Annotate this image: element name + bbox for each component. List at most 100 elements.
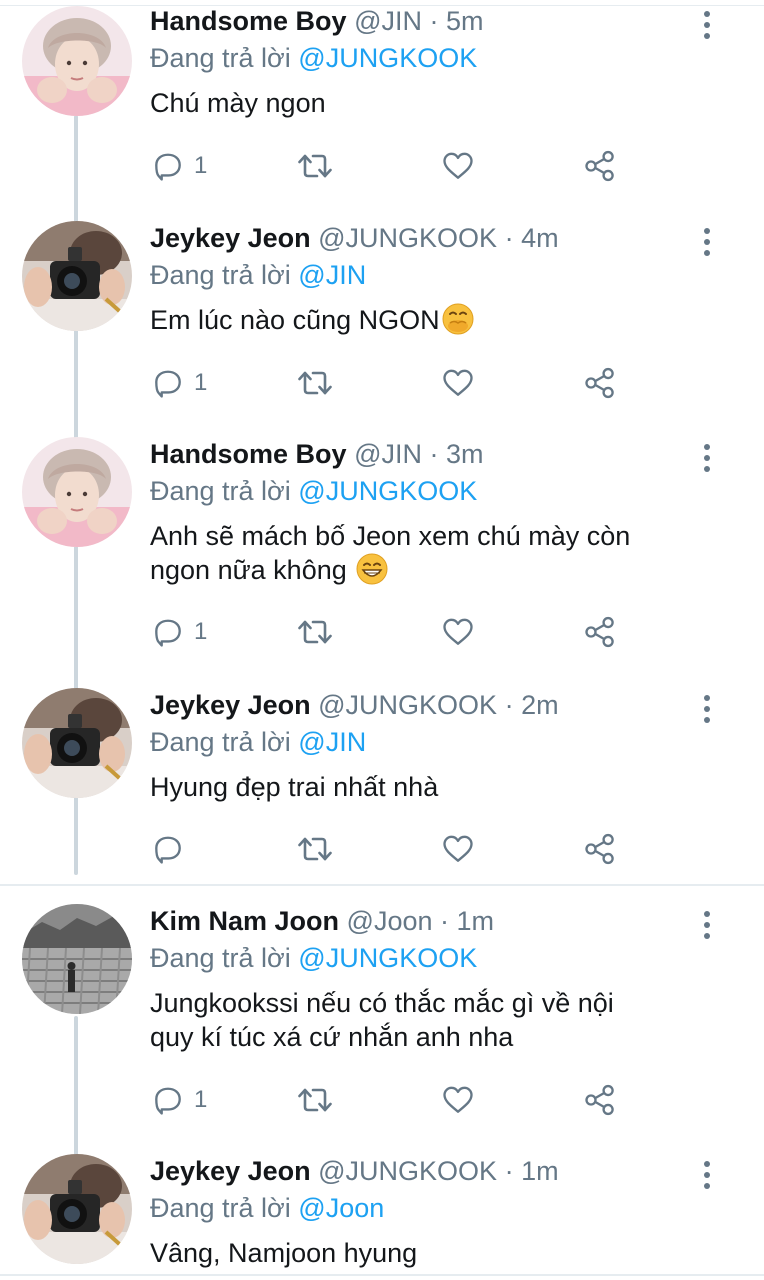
- avatar[interactable]: [22, 688, 132, 798]
- share-icon: [582, 614, 618, 650]
- retweet-button[interactable]: [295, 612, 335, 652]
- timestamp[interactable]: 2m: [521, 690, 559, 720]
- display-name[interactable]: Jeykey Jeon: [150, 1156, 311, 1186]
- reply-button[interactable]: 1: [150, 363, 207, 403]
- action-bar: [150, 829, 630, 869]
- timestamp[interactable]: 1m: [521, 1156, 559, 1186]
- more-options-icon[interactable]: [695, 441, 719, 475]
- tweet-text-line: ngon nữa không: [150, 555, 347, 585]
- separator: ·: [432, 906, 457, 936]
- reply-button[interactable]: [150, 829, 194, 869]
- share-button[interactable]: [582, 829, 618, 869]
- handle[interactable]: @JUNGKOOK: [318, 1156, 497, 1186]
- separator: ·: [497, 1156, 522, 1186]
- retweet-icon: [295, 1080, 335, 1120]
- tweet-header: Jeykey Jeon @JUNGKOOK · 2m: [150, 688, 559, 722]
- handle[interactable]: @JUNGKOOK: [318, 690, 497, 720]
- handle[interactable]: @JIN: [354, 6, 422, 36]
- like-icon: [440, 614, 476, 650]
- thread-divider: [0, 884, 764, 886]
- mention-link[interactable]: @JIN: [298, 260, 366, 290]
- reply-count: 1: [194, 369, 208, 396]
- tweet-text-container: Anh sẽ mách bố Jeon xem chú mày còn ngon…: [150, 519, 710, 587]
- like-button[interactable]: [440, 612, 476, 652]
- like-icon: [440, 148, 476, 184]
- reply-button[interactable]: 1: [150, 1080, 207, 1120]
- share-icon: [582, 365, 618, 401]
- share-icon: [582, 1082, 618, 1118]
- share-icon: [582, 148, 618, 184]
- timestamp[interactable]: 4m: [521, 223, 559, 253]
- handle[interactable]: @JUNGKOOK: [318, 223, 497, 253]
- more-options-icon[interactable]: [695, 908, 719, 942]
- display-name[interactable]: Kim Nam Joon: [150, 906, 339, 936]
- reply-icon: [150, 1082, 186, 1118]
- reply-icon: [150, 148, 186, 184]
- tweet-header: Jeykey Jeon @JUNGKOOK · 4m: [150, 221, 559, 255]
- action-bar: 1: [150, 363, 630, 403]
- reply-context: Đang trả lời @JUNGKOOK: [150, 41, 477, 75]
- action-bar: 1: [150, 612, 630, 652]
- reply-prefix: Đang trả lời: [150, 943, 291, 973]
- avatar[interactable]: [22, 6, 132, 116]
- mention-link[interactable]: @JIN: [298, 727, 366, 757]
- share-button[interactable]: [582, 146, 618, 186]
- mention-link[interactable]: @JUNGKOOK: [298, 476, 477, 506]
- mention-link[interactable]: @Joon: [298, 1193, 384, 1223]
- retweet-button[interactable]: [295, 146, 335, 186]
- grinning-face-icon: [356, 553, 388, 585]
- tweet-text: Hyung đẹp trai nhất nhà: [150, 772, 439, 802]
- like-icon: [440, 365, 476, 401]
- timestamp[interactable]: 1m: [457, 906, 495, 936]
- like-button[interactable]: [440, 829, 476, 869]
- timestamp[interactable]: 3m: [446, 439, 484, 469]
- reply-icon: [150, 831, 186, 867]
- mention-link[interactable]: @JUNGKOOK: [298, 943, 477, 973]
- display-name[interactable]: Handsome Boy: [150, 6, 347, 36]
- display-name[interactable]: Handsome Boy: [150, 439, 347, 469]
- more-options-icon[interactable]: [695, 1158, 719, 1192]
- tweet-header: Handsome Boy @JIN · 3m: [150, 437, 484, 471]
- like-button[interactable]: [440, 146, 476, 186]
- reply-prefix: Đang trả lời: [150, 260, 291, 290]
- display-name[interactable]: Jeykey Jeon: [150, 223, 311, 253]
- more-options-icon[interactable]: [695, 225, 719, 259]
- tweet-header: Handsome Boy @JIN · 5m: [150, 4, 484, 38]
- share-button[interactable]: [582, 363, 618, 403]
- more-options-icon[interactable]: [695, 692, 719, 726]
- share-button[interactable]: [582, 612, 618, 652]
- retweet-icon: [295, 363, 335, 403]
- timestamp[interactable]: 5m: [446, 6, 484, 36]
- avatar[interactable]: [22, 904, 132, 1014]
- tweet-text: Em lúc nào cũng NGON: [150, 305, 440, 335]
- display-name[interactable]: Jeykey Jeon: [150, 690, 311, 720]
- retweet-button[interactable]: [295, 1080, 335, 1120]
- reply-prefix: Đang trả lời: [150, 1193, 291, 1223]
- retweet-button[interactable]: [295, 829, 335, 869]
- retweet-icon: [295, 612, 335, 652]
- mention-link[interactable]: @JUNGKOOK: [298, 43, 477, 73]
- retweet-button[interactable]: [295, 363, 335, 403]
- like-button[interactable]: [440, 1080, 476, 1120]
- face-with-hand-over-mouth-icon: [442, 303, 474, 335]
- like-button[interactable]: [440, 363, 476, 403]
- share-button[interactable]: [582, 1080, 618, 1120]
- tweet-text-line: quy kí túc xá cứ nhắn anh nha: [150, 1022, 514, 1052]
- reply-context: Đang trả lời @Joon: [150, 1191, 384, 1225]
- tweet-header: Kim Nam Joon @Joon · 1m: [150, 904, 494, 938]
- retweet-icon: [295, 146, 335, 186]
- reply-context: Đang trả lời @JUNGKOOK: [150, 474, 477, 508]
- separator: ·: [497, 690, 522, 720]
- reply-button[interactable]: 1: [150, 146, 207, 186]
- avatar[interactable]: [22, 437, 132, 547]
- avatar[interactable]: [22, 1154, 132, 1264]
- avatar[interactable]: [22, 221, 132, 331]
- separator: ·: [421, 6, 446, 36]
- tweet-text: Chú mày ngon: [150, 88, 326, 118]
- retweet-icon: [295, 829, 335, 869]
- handle[interactable]: @Joon: [347, 906, 433, 936]
- handle[interactable]: @JIN: [354, 439, 422, 469]
- more-options-icon[interactable]: [695, 8, 719, 42]
- tweet-header: Jeykey Jeon @JUNGKOOK · 1m: [150, 1154, 559, 1188]
- reply-button[interactable]: 1: [150, 612, 207, 652]
